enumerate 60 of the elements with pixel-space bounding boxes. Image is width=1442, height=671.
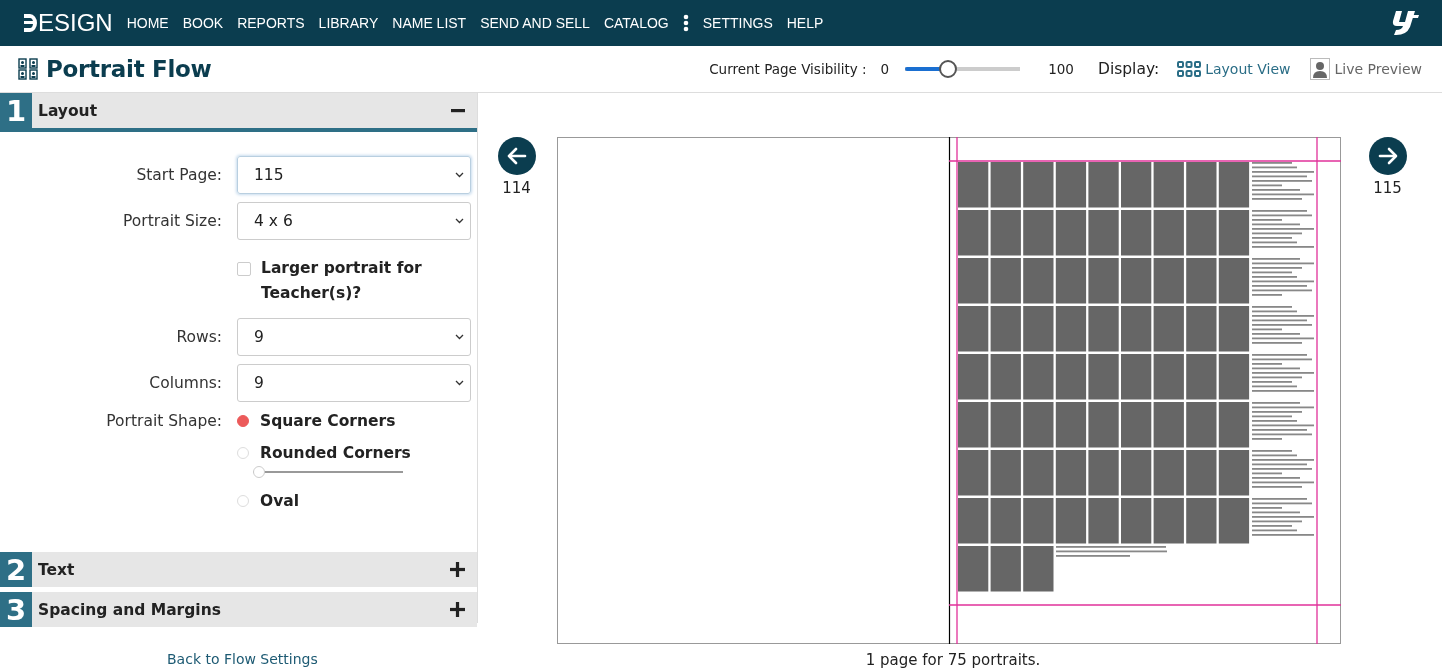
chevron-down-icon <box>455 172 464 178</box>
back-link[interactable]: Back to Flow Settings <box>167 651 318 667</box>
nav-link[interactable]: CATALOG <box>603 15 669 31</box>
section-title: Spacing and Margins <box>38 600 222 619</box>
dropdown-field[interactable]: 115 <box>237 156 471 194</box>
step-number: 2 <box>0 552 32 587</box>
arrow-left-icon[interactable] <box>497 137 536 175</box>
field-label: Rows: <box>175 328 222 346</box>
collapse-icon[interactable] <box>451 108 465 113</box>
person-icon <box>1310 58 1331 80</box>
chevron-down-icon <box>455 334 464 340</box>
logo-mark-icon <box>22 11 38 35</box>
nav-link[interactable]: SETTINGS <box>702 15 773 31</box>
section-header[interactable]: 2 Text <box>0 552 477 587</box>
field-label: Portrait Size: <box>122 212 222 230</box>
step-number: 3 <box>0 592 32 627</box>
section-title: Text <box>38 560 76 579</box>
portrait-grid-icon <box>18 58 38 80</box>
expand-icon[interactable] <box>450 562 465 577</box>
display-option[interactable]: Layout View <box>1177 61 1291 77</box>
dropdown-field[interactable]: 4 x 6 <box>237 202 471 240</box>
logo-text: ESIGN <box>38 9 113 37</box>
page-title: Portrait Flow <box>46 56 212 82</box>
slider-max-label: 100 <box>1048 61 1074 77</box>
step-number: 1 <box>0 93 32 128</box>
dropdown-field[interactable]: 9 <box>237 364 471 402</box>
arrow-right-icon[interactable] <box>1368 137 1407 175</box>
radio-label: Oval <box>260 492 300 510</box>
chevron-down-icon <box>455 380 464 386</box>
display-label: Display: <box>1097 60 1160 78</box>
radio-label: Square Corners <box>260 412 396 430</box>
section-title: Layout <box>38 101 99 120</box>
field-label: Start Page: <box>135 166 222 184</box>
slider-thumb[interactable] <box>938 60 957 78</box>
field-label: Columns: <box>148 374 222 392</box>
slider-min-label: 0 <box>880 61 890 77</box>
nav-link[interactable]: SEND AND SELL <box>480 15 590 31</box>
nav-link[interactable]: REPORTS <box>237 15 305 31</box>
page-number: 114 <box>502 179 531 197</box>
radio-label: Rounded Corners <box>260 444 411 462</box>
nav-link[interactable]: LIBRARY <box>318 15 379 31</box>
nav-link[interactable]: BOOK <box>182 15 224 31</box>
checkbox[interactable] <box>237 262 251 276</box>
page-number: 115 <box>1373 179 1402 197</box>
field-label: Portrait Shape: <box>105 411 222 432</box>
section-header[interactable]: 3 Spacing and Margins <box>0 592 477 627</box>
grid-icon <box>1177 61 1202 77</box>
nav-link[interactable]: HELP <box>786 15 824 31</box>
radio-button[interactable] <box>237 415 249 427</box>
dropdown-field[interactable]: 9 <box>237 318 471 356</box>
checkbox-label: Larger portrait for Teacher(s)? <box>261 258 423 304</box>
section-header[interactable]: 1 Layout <box>0 93 477 132</box>
chevron-down-icon <box>455 218 464 224</box>
nav-link[interactable]: NAME LIST <box>392 15 467 31</box>
expand-icon[interactable] <box>450 602 465 617</box>
nav-link[interactable]: HOME <box>126 15 169 31</box>
more-options-icon[interactable] <box>682 14 689 32</box>
visibility-label: Current Page Visibility : <box>709 61 867 77</box>
display-option[interactable]: Live Preview <box>1310 58 1422 80</box>
page-count-text: 1 page for 75 portraits. <box>864 651 1042 669</box>
